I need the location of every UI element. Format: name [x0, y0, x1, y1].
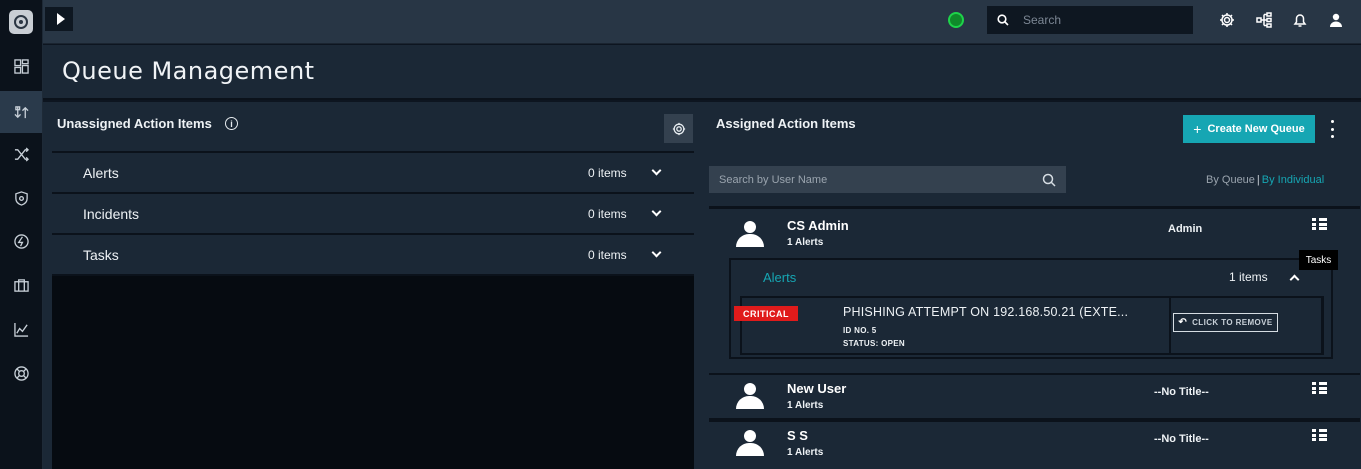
user-card-cs-admin: CS Admin 1 Alerts Admin Alerts 1 items C…	[709, 209, 1360, 373]
chevron-down-icon[interactable]	[651, 247, 662, 258]
user-name: S S	[787, 428, 808, 443]
user-card-new-user: New User 1 Alerts --No Title--	[709, 375, 1360, 418]
accordion-label: Tasks	[83, 247, 119, 263]
avatar	[736, 383, 764, 409]
unassigned-heading: Unassigned Action Items	[57, 116, 212, 131]
chart-icon[interactable]	[0, 308, 42, 350]
top-bar	[43, 0, 1361, 44]
status-icon[interactable]	[948, 12, 964, 28]
gear-icon	[672, 122, 685, 135]
accordion-label: Incidents	[83, 206, 140, 222]
tasks-tooltip: Tasks	[1299, 250, 1338, 270]
accordion-row-tasks[interactable]: Tasks 0 items	[52, 235, 694, 276]
shuffle-icon[interactable]	[0, 133, 42, 175]
user-alert-count: 1 Alerts	[787, 447, 824, 458]
unassigned-list: Alerts 0 items Incidents 0 items Tasks 0…	[52, 151, 694, 469]
view-toggle: By Queue | By Individual	[1206, 174, 1324, 186]
divider	[1169, 298, 1171, 353]
user-icon[interactable]	[1326, 10, 1346, 30]
accordion-label: Alerts	[83, 165, 119, 181]
avatar	[736, 221, 764, 247]
page-title: Queue Management	[62, 57, 315, 85]
bell-icon[interactable]	[1290, 10, 1310, 30]
accordion-row-incidents[interactable]: Incidents 0 items	[52, 194, 694, 235]
user-search-input[interactable]	[719, 173, 1029, 186]
user-card-s-s: S S 1 Alerts --No Title--	[709, 422, 1360, 469]
user-role: --No Title--	[1154, 386, 1209, 398]
alert-id: ID NO. 5	[843, 326, 877, 335]
queue-icon[interactable]	[0, 91, 42, 133]
user-name: CS Admin	[787, 218, 849, 233]
user-role: --No Title--	[1154, 433, 1209, 445]
user-role: Admin	[1168, 223, 1203, 235]
user-name: New User	[787, 381, 847, 396]
expand-sidebar-button[interactable]	[45, 7, 73, 31]
user-alert-count: 1 Alerts	[787, 400, 824, 411]
user-alerts-section: Alerts 1 items CRITICAL PHISHING ATTEMPT…	[729, 258, 1333, 359]
lightning-icon[interactable]	[0, 220, 42, 262]
alert-title[interactable]: PHISHING ATTEMPT ON 192.168.50.21 (EXTE.…	[843, 305, 1128, 319]
search-icon	[997, 14, 1009, 26]
accordion-count: 0 items	[588, 166, 627, 180]
gear-icon[interactable]	[1217, 10, 1237, 30]
chevron-up-icon[interactable]	[1289, 274, 1300, 285]
click-to-remove-label: CLICK TO REMOVE	[1192, 318, 1273, 327]
user-alert-count: 1 Alerts	[787, 237, 824, 248]
alerts-section-label[interactable]: Alerts	[763, 270, 796, 285]
critical-badge: CRITICAL	[734, 306, 798, 321]
left-rail	[0, 0, 43, 469]
tasks-list-icon[interactable]	[1312, 218, 1327, 230]
dashboard-icon[interactable]	[0, 45, 42, 87]
play-icon	[56, 13, 65, 25]
info-icon[interactable]: i	[225, 117, 238, 130]
unassigned-settings-button[interactable]	[664, 114, 693, 143]
click-to-remove-button[interactable]: ↶ CLICK TO REMOVE	[1173, 313, 1278, 332]
assigned-heading: Assigned Action Items	[716, 116, 856, 131]
view-separator: |	[1256, 174, 1260, 186]
tasks-list-icon[interactable]	[1312, 429, 1327, 441]
create-new-queue-button[interactable]: + Create New Queue	[1183, 115, 1315, 143]
page-header: Queue Management	[43, 45, 1361, 100]
create-new-queue-label: Create New Queue	[1207, 123, 1305, 135]
alert-item[interactable]: CRITICAL PHISHING ATTEMPT ON 192.168.50.…	[734, 296, 1324, 355]
alerts-section-count: 1 items	[1229, 270, 1268, 284]
search-icon	[1042, 173, 1056, 187]
briefcase-icon[interactable]	[0, 264, 42, 306]
user-search[interactable]	[709, 166, 1066, 193]
view-by-individual-link[interactable]: By Individual	[1262, 174, 1324, 186]
accordion-row-alerts[interactable]: Alerts 0 items	[52, 153, 694, 194]
app-logo-icon[interactable]	[9, 10, 33, 34]
view-by-queue-link[interactable]: By Queue	[1206, 174, 1255, 186]
hierarchy-icon[interactable]	[1254, 10, 1274, 30]
chevron-down-icon[interactable]	[651, 206, 662, 217]
undo-icon: ↶	[1178, 317, 1188, 328]
global-search[interactable]	[987, 6, 1193, 34]
alert-status: STATUS: OPEN	[843, 339, 905, 348]
accordion-count: 0 items	[588, 207, 627, 221]
unassigned-panel: Unassigned Action Items i Alerts 0 items…	[43, 102, 703, 469]
chevron-down-icon[interactable]	[651, 165, 662, 176]
assigned-panel: Assigned Action Items + Create New Queue…	[703, 102, 1361, 469]
divider	[1321, 298, 1323, 353]
more-options-icon[interactable]	[1331, 120, 1335, 138]
global-search-input[interactable]	[1023, 13, 1183, 27]
accordion-count: 0 items	[588, 248, 627, 262]
tasks-list-icon[interactable]	[1312, 382, 1327, 394]
assigned-user-list: CS Admin 1 Alerts Admin Alerts 1 items C…	[709, 206, 1360, 469]
avatar	[736, 430, 764, 456]
plus-icon: +	[1193, 121, 1202, 137]
shield-icon[interactable]	[0, 177, 42, 219]
lifebuoy-icon[interactable]	[0, 352, 42, 394]
